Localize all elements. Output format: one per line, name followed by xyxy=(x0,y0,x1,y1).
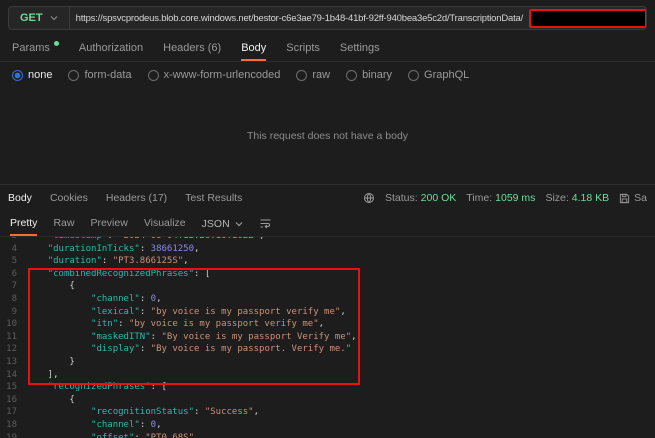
response-format-select[interactable]: JSON xyxy=(202,211,243,236)
view-tab-preview[interactable]: Preview xyxy=(90,211,127,236)
url-redaction-box xyxy=(529,8,646,28)
response-toolbar: Pretty Raw Preview Visualize JSON xyxy=(0,211,655,237)
request-url-bar: GET https://spsvcprodeus.blob.core.windo… xyxy=(0,0,655,36)
radio-icon xyxy=(68,69,80,81)
code-lines: 3 "timestamp": "2024-08-04T12:28:16.162Z… xyxy=(0,237,655,438)
view-tab-raw-label: Raw xyxy=(53,216,75,229)
size-label: Size: xyxy=(545,192,569,204)
globe-icon[interactable] xyxy=(363,192,375,204)
empty-body-message: This request does not have a body xyxy=(246,130,409,142)
body-mode-urlencoded-label: x-www-form-urlencoded xyxy=(163,69,281,81)
status-value: 200 OK xyxy=(420,192,457,204)
postman-window: GET https://spsvcprodeus.blob.core.windo… xyxy=(0,0,655,438)
url-input[interactable]: https://spsvcprodeus.blob.core.windows.n… xyxy=(70,13,529,24)
code-line: 16 { xyxy=(6,394,75,405)
tab-params-label: Params xyxy=(12,41,50,54)
tab-body[interactable]: Body xyxy=(241,36,267,61)
view-tab-visualize-label: Visualize xyxy=(143,216,186,229)
code-line: 6 "combinedRecognizedPhrases": [ xyxy=(11,268,211,279)
response-tabs: Body Cookies Headers (17) Test Results xyxy=(8,192,242,204)
tab-authorization-label: Authorization xyxy=(78,41,144,54)
tab-params[interactable]: Params xyxy=(12,36,59,61)
body-mode-form-data[interactable]: form-data xyxy=(68,69,132,81)
view-tab-pretty-label: Pretty xyxy=(10,216,38,229)
body-mode-none-label: none xyxy=(28,69,53,81)
response-tab-body[interactable]: Body xyxy=(8,192,32,204)
response-tab-test-results[interactable]: Test Results xyxy=(185,192,242,204)
response-meta: Status: 200 OK Time: 1059 ms Size: 4.18 … xyxy=(363,192,647,204)
code-line: 7 { xyxy=(11,281,75,292)
code-line: 12 "display": "By voice is my passport. … xyxy=(6,344,352,355)
radio-icon xyxy=(147,69,159,81)
tab-settings-label: Settings xyxy=(339,41,380,54)
code-line: 17 "recognitionStatus": "Success", xyxy=(6,407,260,418)
wrap-text-icon[interactable] xyxy=(259,211,272,236)
response-body-viewer[interactable]: 3 "timestamp": "2024-08-04T12:28:16.162Z… xyxy=(0,237,655,438)
response-tab-headers[interactable]: Headers (17) xyxy=(106,192,167,204)
tab-scripts[interactable]: Scripts xyxy=(286,36,320,61)
code-line: 4 "durationInTicks": 38661250, xyxy=(11,243,200,254)
code-line: 15 "recognizedPhrases": [ xyxy=(6,382,167,393)
body-mode-urlencoded[interactable]: x-www-form-urlencoded xyxy=(147,69,281,81)
save-icon xyxy=(619,193,630,204)
method-label: GET xyxy=(20,12,43,24)
view-tab-preview-label: Preview xyxy=(90,216,128,229)
size-value: 4.18 KB xyxy=(571,192,610,204)
radio-icon xyxy=(296,69,308,81)
code-line: 14 ], xyxy=(6,369,59,380)
body-mode-graphql-label: GraphQL xyxy=(424,69,470,81)
body-mode-binary[interactable]: binary xyxy=(346,69,392,81)
code-line: 18 "channel": 0, xyxy=(6,419,162,430)
code-line: 19 "offset": "PT0.68S", xyxy=(6,432,200,438)
params-active-indicator xyxy=(53,41,59,46)
tab-authorization[interactable]: Authorization xyxy=(79,36,143,61)
view-tab-pretty[interactable]: Pretty xyxy=(10,211,38,236)
body-mode-binary-label: binary xyxy=(362,69,393,81)
save-response-label: Sa xyxy=(634,192,647,204)
body-mode-raw[interactable]: raw xyxy=(296,69,330,81)
code-line: 13 } xyxy=(6,356,75,367)
empty-body-area: This request does not have a body xyxy=(0,88,655,184)
tab-headers[interactable]: Headers (6) xyxy=(163,36,221,61)
radio-icon xyxy=(12,69,23,81)
save-response-button[interactable]: Sa xyxy=(619,192,647,204)
body-mode-graphql[interactable]: GraphQL xyxy=(408,69,469,81)
radio-icon xyxy=(408,69,420,81)
body-mode-raw-label: raw xyxy=(312,69,331,81)
code-line: 8 "channel": 0, xyxy=(11,293,162,304)
response-pane: Body Cookies Headers (17) Test Results S… xyxy=(0,184,655,438)
view-tab-raw[interactable]: Raw xyxy=(53,211,74,236)
code-line: 5 "duration": "PT3.866125S", xyxy=(11,256,189,267)
url-control: GET https://spsvcprodeus.blob.core.windo… xyxy=(8,6,647,30)
tab-headers-label: Headers (6) xyxy=(163,41,222,54)
radio-icon xyxy=(346,69,358,81)
chevron-down-icon xyxy=(50,14,58,22)
response-format-label: JSON xyxy=(201,217,230,230)
tab-scripts-label: Scripts xyxy=(286,41,320,54)
view-tab-visualize[interactable]: Visualize xyxy=(144,211,186,236)
method-select[interactable]: GET xyxy=(9,7,70,29)
response-tab-cookies[interactable]: Cookies xyxy=(50,192,88,204)
time-label: Time: xyxy=(466,192,493,204)
code-line: 11 "maskedITN": "By voice is my passport… xyxy=(6,331,357,342)
chevron-down-icon xyxy=(235,220,243,228)
tab-settings[interactable]: Settings xyxy=(340,36,380,61)
response-header: Body Cookies Headers (17) Test Results S… xyxy=(0,185,655,211)
body-mode-selector: none form-data x-www-form-urlencoded raw… xyxy=(0,62,655,88)
request-tabs: Params Authorization Headers (6) Body Sc… xyxy=(0,36,655,62)
status-label: Status: xyxy=(384,192,418,204)
time-value: 1059 ms xyxy=(495,192,536,204)
body-mode-form-data-label: form-data xyxy=(84,69,132,81)
tab-body-label: Body xyxy=(241,41,267,54)
code-line: 10 "itn": "by voice is my passport verif… xyxy=(6,319,325,330)
body-mode-none[interactable]: none xyxy=(12,69,52,81)
code-line: 9 "lexical": "by voice is my passport ve… xyxy=(11,306,346,317)
